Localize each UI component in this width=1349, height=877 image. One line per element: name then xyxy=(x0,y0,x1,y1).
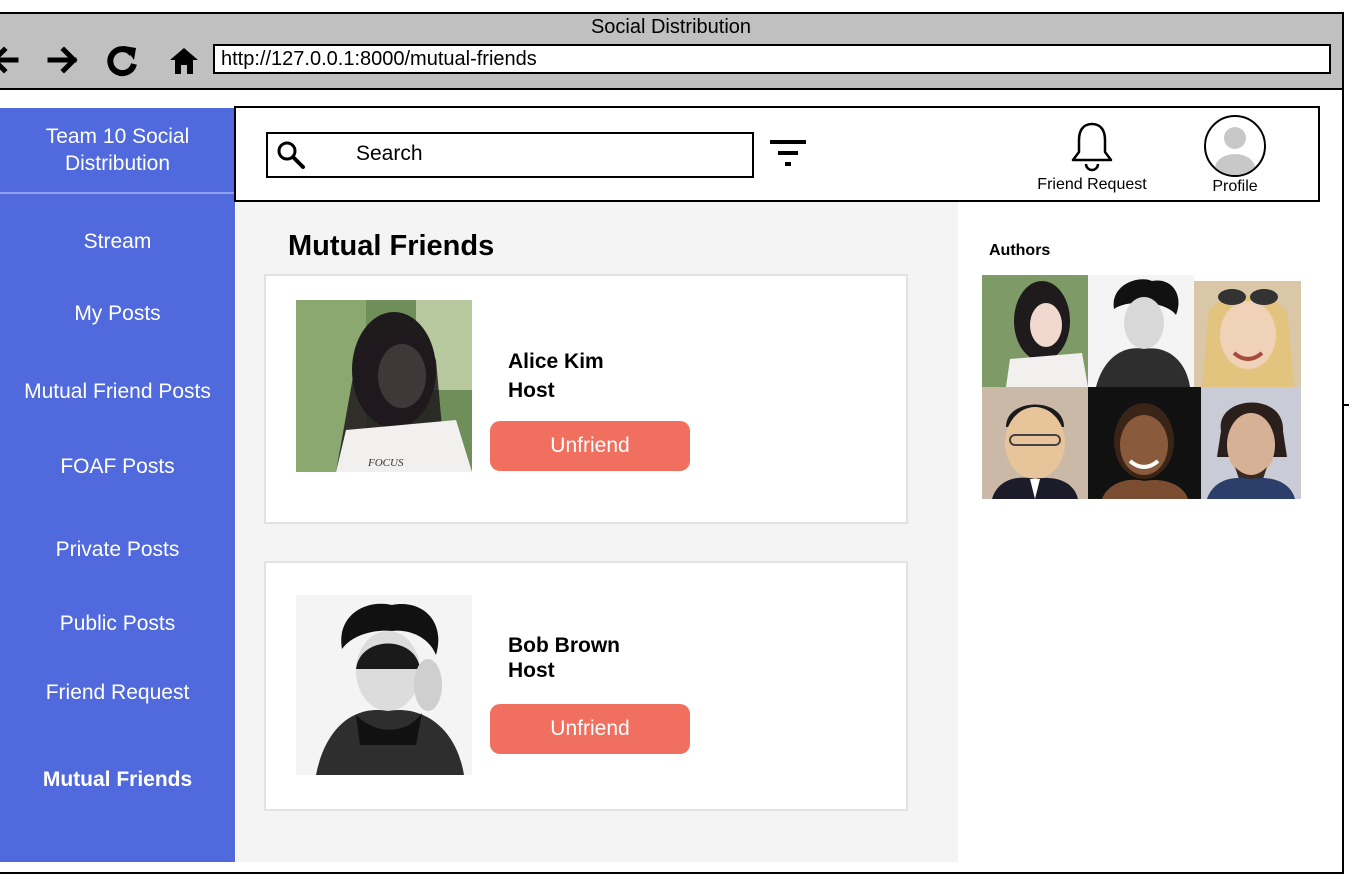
friend-photo xyxy=(296,595,472,775)
bell-icon xyxy=(1071,122,1113,172)
forward-arrow-icon[interactable] xyxy=(46,42,82,78)
search-icon xyxy=(277,141,305,169)
sidebar-item-stream[interactable]: Stream xyxy=(0,230,235,254)
friend-host: Host xyxy=(508,659,555,682)
friend-request-label: Friend Request xyxy=(1037,176,1147,193)
unfriend-button[interactable]: Unfriend xyxy=(490,704,690,754)
author-avatar[interactable] xyxy=(1194,281,1301,387)
author-avatar[interactable] xyxy=(1088,387,1201,499)
url-field[interactable]: http://127.0.0.1:8000/mutual-friends xyxy=(213,44,1331,74)
profile-button[interactable]: Profile xyxy=(1200,114,1270,202)
profile-label: Profile xyxy=(1212,178,1258,195)
author-avatar[interactable] xyxy=(982,387,1088,499)
divider xyxy=(1344,404,1349,406)
sidebar-item-my-posts[interactable]: My Posts xyxy=(0,302,235,326)
friend-name: Bob Brown xyxy=(508,634,620,657)
sidebar-item-mutual-friend-posts[interactable]: Mutual Friend Posts xyxy=(0,380,235,404)
friend-photo: FOCUS xyxy=(296,300,472,472)
window-title: Social Distribution xyxy=(590,16,752,38)
search-placeholder: Search xyxy=(356,142,423,165)
author-avatar[interactable] xyxy=(982,275,1088,387)
friend-host: Host xyxy=(508,379,555,402)
friend-request-button[interactable]: Friend Request xyxy=(1036,120,1148,200)
sidebar-title: Team 10 Social Distribution xyxy=(0,108,235,194)
search-input[interactable]: Search xyxy=(266,132,754,178)
reload-icon[interactable] xyxy=(104,42,140,78)
back-arrow-icon[interactable] xyxy=(0,42,22,78)
browser-toolbar: Social Distribution http://127.0.0.1:800… xyxy=(0,14,1342,90)
sidebar-item-foaf-posts[interactable]: FOAF Posts xyxy=(0,455,235,479)
unfriend-button[interactable]: Unfriend xyxy=(490,421,690,471)
main-content: Mutual Friends FOCUS Alice Kim Host Unfr… xyxy=(236,202,958,862)
home-icon[interactable] xyxy=(166,42,202,78)
page-title: Mutual Friends xyxy=(288,230,495,262)
top-bar: Search Friend Request Profile xyxy=(234,106,1320,202)
sidebar-item-public-posts[interactable]: Public Posts xyxy=(0,612,235,636)
svg-text:FOCUS: FOCUS xyxy=(367,457,404,469)
friend-name: Alice Kim xyxy=(508,350,604,373)
author-avatar[interactable] xyxy=(1201,387,1301,499)
author-avatar[interactable] xyxy=(1088,275,1194,387)
sidebar-item-mutual-friends[interactable]: Mutual Friends xyxy=(0,768,235,792)
friend-card: Bob Brown Host Unfriend xyxy=(264,561,908,811)
filter-icon[interactable] xyxy=(768,138,808,170)
friend-card: FOCUS Alice Kim Host Unfriend xyxy=(264,274,908,524)
sidebar-item-friend-request[interactable]: Friend Request xyxy=(0,681,235,705)
sidebar: Team 10 Social Distribution Stream My Po… xyxy=(0,108,235,862)
authors-title: Authors xyxy=(989,242,1051,259)
sidebar-item-private-posts[interactable]: Private Posts xyxy=(0,538,235,562)
avatar-icon xyxy=(1204,115,1266,177)
